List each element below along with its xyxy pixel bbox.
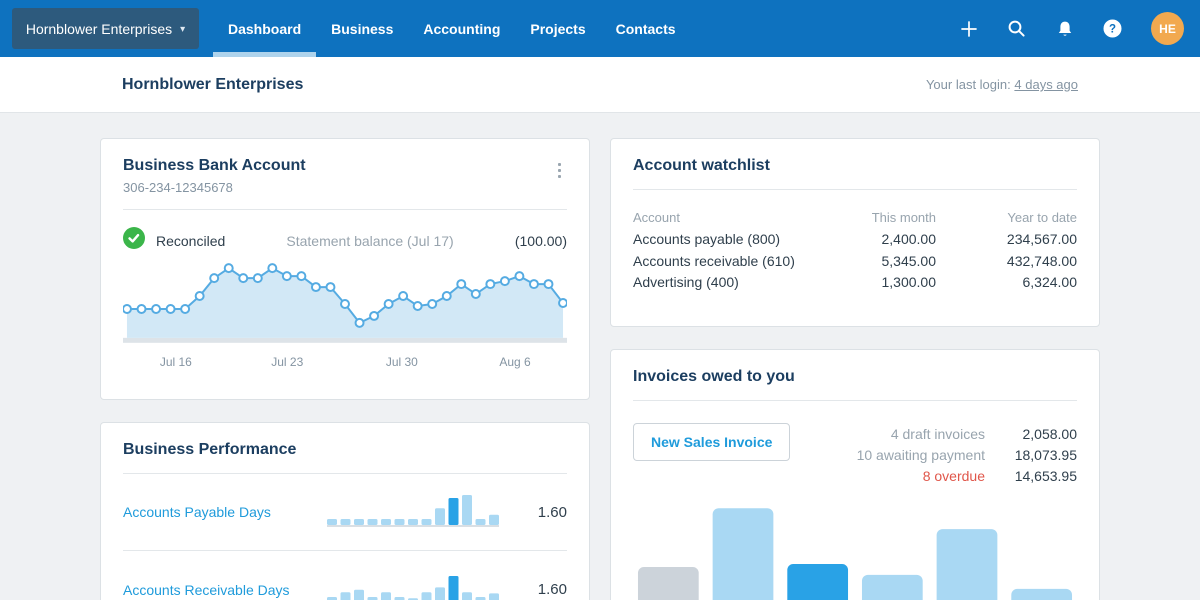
year-to-date-value: 432,748.00 (936, 253, 1077, 269)
page-title: Hornblower Enterprises (122, 76, 303, 94)
payable-days-sparkline (327, 494, 499, 530)
svg-text:?: ? (1109, 24, 1116, 36)
this-month-value: 2,400.00 (816, 231, 936, 247)
chart-x-axis: Jul 16 Jul 23 Jul 30 Aug 6 (123, 355, 567, 371)
statement-balance-label: Statement balance (Jul 17) (286, 233, 453, 249)
nav-item-projects[interactable]: Projects (515, 0, 600, 57)
bank-account-number: 306-234-12345678 (123, 180, 306, 195)
account-watchlist-card: Account watchlist Account This month Yea… (610, 138, 1100, 327)
this-month-value: 1,300.00 (816, 274, 936, 290)
chevron-down-icon: ▾ (180, 24, 185, 35)
plus-icon[interactable] (959, 19, 978, 38)
nav-item-contacts[interactable]: Contacts (601, 0, 691, 57)
year-to-date-value: 6,324.00 (936, 274, 1077, 290)
stat-row: 4 draft invoices 2,058.00 (857, 423, 1077, 444)
receivable-days-sparkline (327, 572, 499, 600)
invoices-owed-title: Invoices owed to you (633, 368, 1077, 386)
awaiting-payment-value: 18,073.95 (985, 447, 1077, 463)
account-name: Accounts payable (800) (633, 231, 816, 247)
table-row: Advertising (400) 1,300.00 6,324.00 (633, 272, 1077, 294)
bank-balance-chart (123, 261, 567, 343)
awaiting-payment-label: 10 awaiting payment (857, 447, 985, 463)
table-row: Accounts payable (800) 2,400.00 234,567.… (633, 229, 1077, 251)
nav-item-dashboard[interactable]: Dashboard (213, 0, 316, 57)
stat-row: 10 awaiting payment 18,073.95 (857, 444, 1077, 465)
table-row: Accounts receivable (610) 5,345.00 432,7… (633, 250, 1077, 272)
nav-item-accounting[interactable]: Accounting (408, 0, 515, 57)
invoices-owed-card: Invoices owed to you New Sales Invoice 4… (610, 349, 1100, 600)
divider (633, 400, 1077, 401)
top-navigation: Hornblower Enterprises ▾ Dashboard Busin… (0, 0, 1200, 57)
payable-days-value: 1.60 (499, 504, 567, 521)
business-performance-title: Business Performance (123, 441, 567, 459)
x-tick: Jul 30 (386, 355, 418, 369)
watchlist-header-row: Account This month Year to date (633, 207, 1077, 229)
last-login-label: Your last login: (926, 77, 1011, 92)
this-month-value: 5,345.00 (816, 253, 936, 269)
divider (123, 209, 567, 210)
account-name: Advertising (400) (633, 274, 816, 290)
org-selector[interactable]: Hornblower Enterprises ▾ (12, 8, 199, 49)
business-performance-card: Business Performance Accounts Payable Da… (100, 422, 590, 600)
performance-row: Accounts Payable Days 1.60 (123, 474, 567, 551)
accounts-payable-days-link[interactable]: Accounts Payable Days (123, 504, 327, 520)
reconciled-check-icon (123, 227, 145, 254)
performance-row: Accounts Receivable Days 1.60 (123, 551, 567, 600)
divider (633, 189, 1077, 190)
year-to-date-value: 234,567.00 (936, 231, 1077, 247)
kebab-menu-icon[interactable] (552, 159, 567, 182)
last-login-link[interactable]: 4 days ago (1014, 77, 1078, 92)
col-year-to-date: Year to date (936, 210, 1077, 225)
invoices-bar-chart (633, 489, 1077, 600)
col-account: Account (633, 210, 816, 225)
overdue-label: 8 overdue (923, 468, 985, 484)
account-watchlist-title: Account watchlist (633, 157, 1077, 175)
bank-account-card: Business Bank Account 306-234-12345678 R… (100, 138, 590, 400)
bank-account-title: Business Bank Account (123, 157, 306, 175)
col-this-month: This month (816, 210, 936, 225)
receivable-days-value: 1.60 (499, 581, 567, 598)
help-icon[interactable]: ? (1103, 19, 1122, 38)
account-name: Accounts receivable (610) (633, 253, 816, 269)
statement-balance-value: (100.00) (515, 233, 567, 249)
overdue-value: 14,653.95 (985, 468, 1077, 484)
search-icon[interactable] (1007, 19, 1026, 38)
invoice-stats: 4 draft invoices 2,058.00 10 awaiting pa… (857, 423, 1077, 486)
accounts-receivable-days-link[interactable]: Accounts Receivable Days (123, 582, 327, 598)
main-nav: Dashboard Business Accounting Projects C… (213, 0, 691, 57)
new-sales-invoice-button[interactable]: New Sales Invoice (633, 423, 790, 461)
last-login: Your last login: 4 days ago (926, 77, 1078, 92)
draft-invoices-value: 2,058.00 (985, 426, 1077, 442)
user-avatar[interactable]: HE (1151, 12, 1184, 45)
page-header: Hornblower Enterprises Your last login: … (0, 57, 1200, 113)
x-tick: Aug 6 (499, 355, 530, 369)
draft-invoices-label: 4 draft invoices (891, 426, 985, 442)
org-selector-label: Hornblower Enterprises (26, 21, 172, 37)
bell-icon[interactable] (1055, 19, 1074, 38)
dashboard-content: Business Bank Account 306-234-12345678 R… (0, 113, 1200, 600)
watchlist-table: Account This month Year to date Accounts… (633, 207, 1077, 293)
stat-row: 8 overdue 14,653.95 (857, 465, 1077, 486)
reconciled-status: Reconciled (156, 233, 225, 249)
nav-item-business[interactable]: Business (316, 0, 408, 57)
x-tick: Jul 23 (271, 355, 303, 369)
x-tick: Jul 16 (160, 355, 192, 369)
